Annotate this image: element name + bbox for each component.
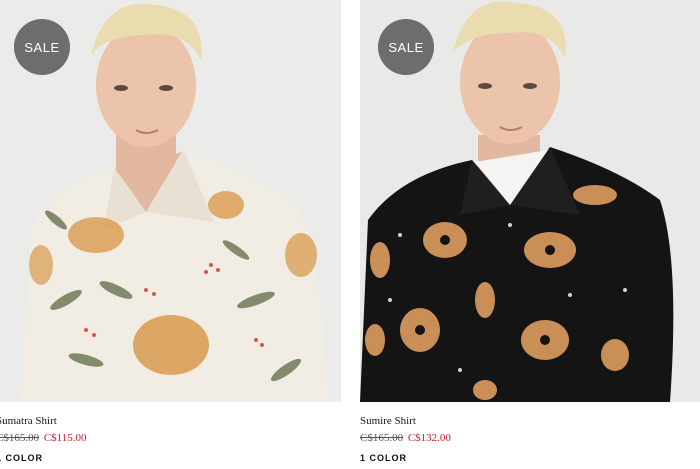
product-name[interactable]: Sumatra Shirt (0, 415, 341, 427)
product-image-sumatra[interactable]: SALE (0, 0, 341, 402)
price-row: C$165.00 C$115.00 (0, 432, 341, 444)
original-price: C$165.00 (360, 432, 404, 444)
sale-badge: SALE (378, 19, 434, 75)
price-row: C$165.00 C$132.00 (360, 432, 700, 444)
color-count[interactable]: 1 COLOR (0, 453, 341, 463)
product-card-sumatra[interactable]: SALE Sumatra Shirt C$165.00 C$115.00 1 C… (0, 0, 341, 463)
sale-price: C$132.00 (407, 432, 451, 444)
product-name[interactable]: Sumire Shirt (360, 415, 700, 427)
product-image-sumire[interactable]: SALE (360, 0, 700, 402)
sale-price: C$115.00 (43, 432, 87, 444)
original-price: C$165.00 (0, 432, 40, 444)
color-count[interactable]: 1 COLOR (360, 453, 700, 463)
sale-badge: SALE (14, 19, 70, 75)
product-card-sumire[interactable]: SALE Sumire Shirt C$165.00 C$132.00 1 CO… (360, 0, 700, 463)
